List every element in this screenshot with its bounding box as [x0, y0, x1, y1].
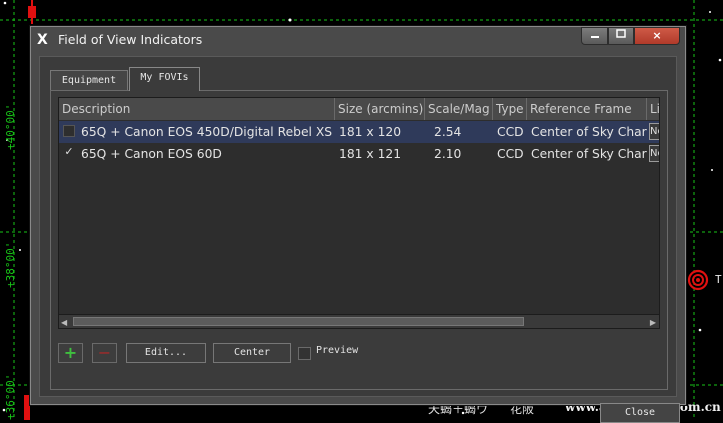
table-row[interactable]: ✓ 65Q + Canon EOS 60D 181 x 121 2.10 CCD… — [59, 143, 659, 165]
scrollbar-thumb[interactable] — [73, 317, 524, 326]
maximize-button[interactable] — [608, 27, 634, 45]
column-header-type[interactable]: Type — [493, 98, 527, 120]
my-fovis-pane: Description Size (arcmins) Scale/Mag Typ… — [50, 90, 668, 390]
minimize-icon — [590, 36, 599, 38]
center-button[interactable]: Center — [213, 343, 291, 363]
declination-label: +36°00' — [4, 373, 17, 420]
declination-label: +40°00' — [4, 103, 17, 150]
app-icon: X — [37, 32, 48, 48]
row-scale: 2.10 — [434, 147, 462, 161]
fov-table[interactable]: Description Size (arcmins) Scale/Mag Typ… — [58, 97, 660, 329]
title-bar[interactable]: X Field of View Indicators × — [31, 27, 685, 53]
close-icon: × — [652, 29, 662, 42]
row-size: 181 x 121 — [339, 147, 402, 161]
horizontal-scrollbar[interactable]: ◀ ▶ — [59, 314, 659, 328]
close-button[interactable]: Close — [600, 403, 680, 423]
preview-checkbox[interactable] — [298, 347, 311, 360]
table-row[interactable]: 65Q + Canon EOS 450D/Digital Rebel XSi 1… — [59, 121, 659, 143]
preview-label: Preview — [316, 345, 359, 356]
target-marker-icon — [687, 269, 709, 291]
marker-icon — [28, 0, 36, 24]
row-size: 181 x 120 — [339, 125, 402, 139]
row-checkbox-checked[interactable]: ✓ — [63, 146, 75, 159]
add-fov-button[interactable]: + — [58, 343, 83, 363]
column-header-size[interactable]: Size (arcmins) — [335, 98, 425, 120]
edit-button[interactable]: Edit... — [126, 343, 206, 363]
row-description: 65Q + Canon EOS 60D — [81, 147, 222, 161]
close-window-button[interactable]: × — [634, 27, 680, 45]
row-checkbox[interactable] — [63, 125, 75, 137]
column-header-scale[interactable]: Scale/Mag — [425, 98, 493, 120]
object-label: T — [715, 273, 722, 286]
row-extra-button[interactable]: No — [649, 123, 659, 140]
column-header-description[interactable]: Description — [59, 98, 335, 120]
row-description: 65Q + Canon EOS 450D/Digital Rebel XSi — [81, 125, 333, 139]
row-extra-button[interactable]: No — [649, 145, 659, 162]
scroll-right-icon[interactable]: ▶ — [650, 318, 656, 327]
declination-label: +38°00' — [4, 241, 17, 288]
maximize-icon — [616, 29, 626, 38]
row-type: CCD — [497, 147, 524, 161]
dialog-content: Equipment My FOVIs Description Size (arc… — [39, 56, 680, 423]
row-reference-frame: Center of Sky Chart — [531, 125, 647, 139]
scroll-left-icon[interactable]: ◀ — [61, 318, 67, 327]
fov-indicators-dialog: X Field of View Indicators × Equipment M… — [30, 26, 686, 423]
column-header-extra[interactable]: Li — [647, 98, 659, 120]
row-type: CCD — [497, 125, 524, 139]
row-reference-frame: Center of Sky Chart — [531, 147, 647, 161]
window-title: Field of View Indicators — [58, 32, 203, 47]
minimize-button[interactable] — [581, 27, 608, 45]
column-header-reference-frame[interactable]: Reference Frame — [527, 98, 647, 120]
row-scale: 2.54 — [434, 125, 462, 139]
tab-equipment[interactable]: Equipment — [50, 70, 128, 91]
tab-my-fovis[interactable]: My FOVIs — [129, 67, 200, 91]
remove-fov-button[interactable]: − — [92, 343, 117, 363]
